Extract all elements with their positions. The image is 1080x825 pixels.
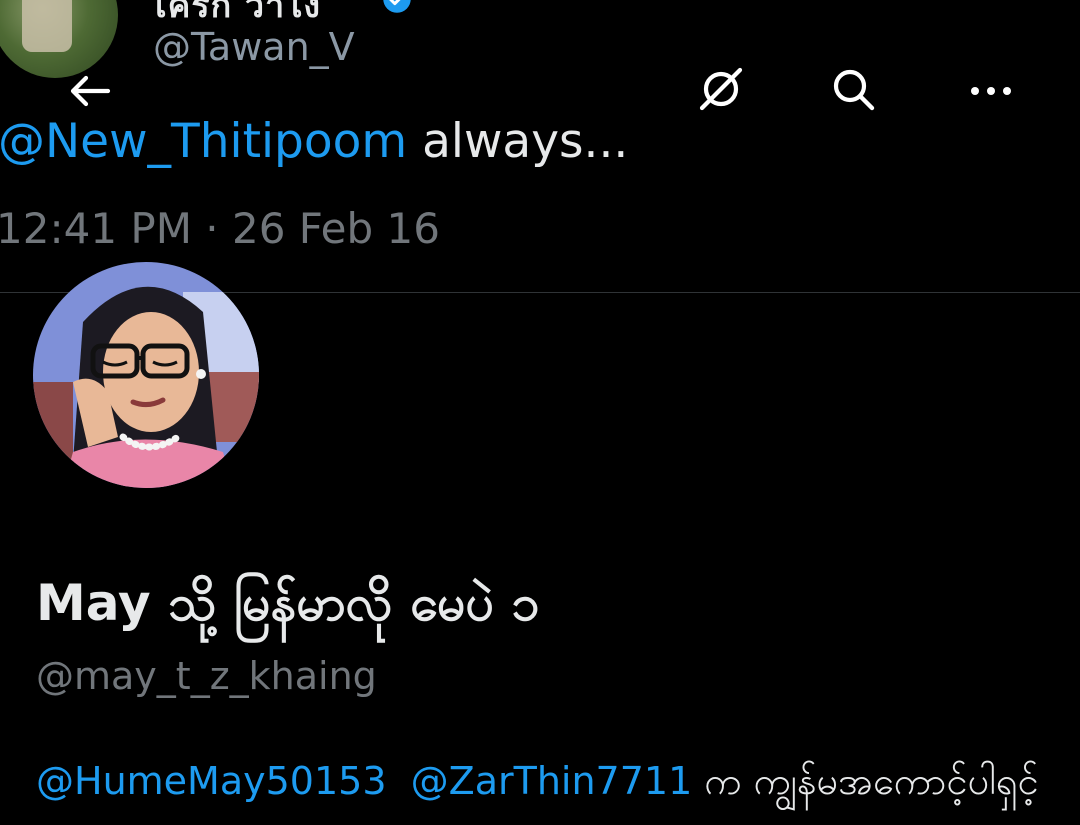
tweet-text: always... bbox=[407, 114, 629, 169]
search-icon[interactable] bbox=[828, 64, 878, 114]
mention-link[interactable]: @New_Thitipoom bbox=[0, 114, 407, 169]
tweet-text: က ကျွန်မအကောင့်ပါရှင့် bbox=[692, 759, 1039, 803]
tweet-timestamp[interactable]: 12:41 PM · 26 Feb 16 bbox=[0, 204, 440, 253]
previous-tweet-text: @New_Thitipoom always... bbox=[0, 114, 628, 169]
reply-author-name[interactable]: May သို့ မြန်မာလို မေပဲ ၁ bbox=[36, 572, 540, 645]
mention-link-2[interactable]: @ZarThin7711 bbox=[411, 759, 693, 803]
reply-author-handle[interactable]: @may_t_z_khaing bbox=[36, 654, 377, 698]
verified-badge-icon bbox=[383, 0, 411, 13]
reply-author-avatar[interactable] bbox=[33, 262, 259, 488]
back-arrow-icon[interactable] bbox=[64, 66, 114, 116]
reply-tweet-text: @HumeMay50153 @ZarThin7711 က ကျွန်မအကောင… bbox=[36, 757, 1039, 813]
grok-icon[interactable] bbox=[696, 64, 746, 114]
mention-link-1[interactable]: @HumeMay50153 bbox=[36, 759, 387, 803]
more-options-icon[interactable] bbox=[964, 64, 1014, 114]
previous-author-handle[interactable]: @Tawan_V bbox=[153, 25, 355, 69]
